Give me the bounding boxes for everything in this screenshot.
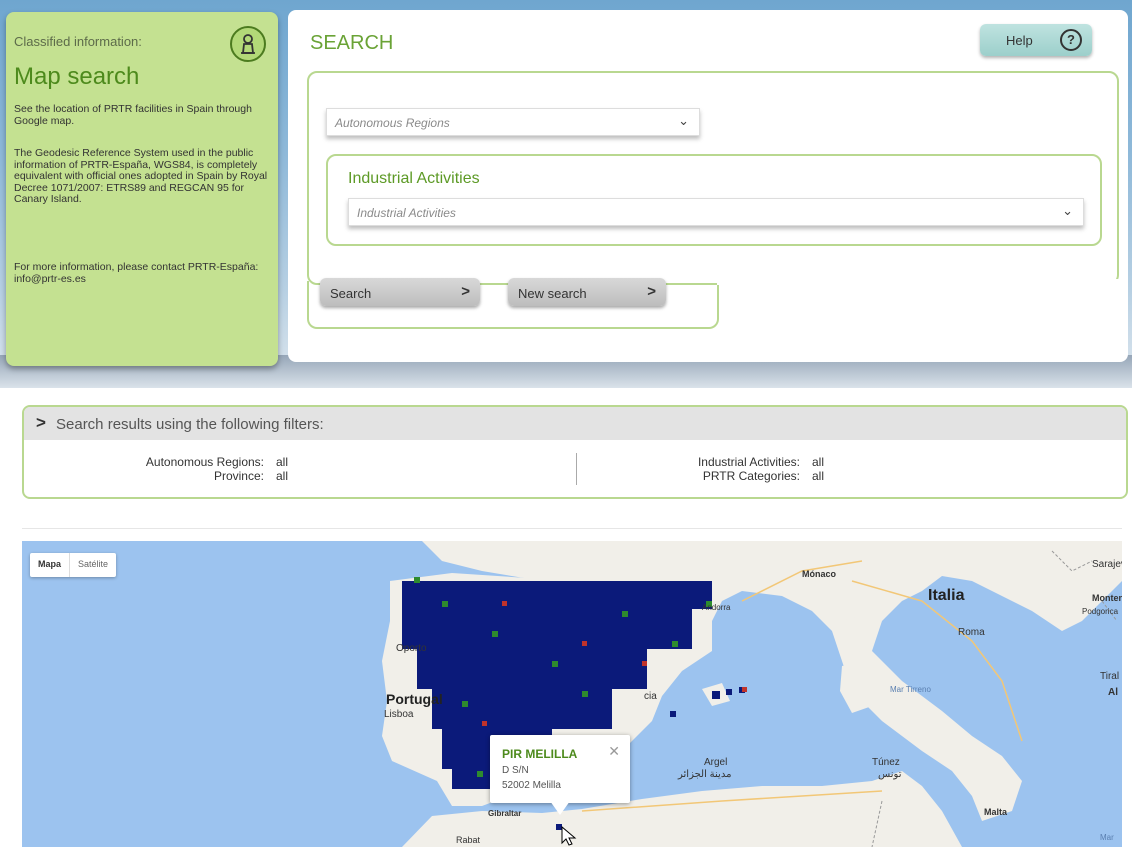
results-header-label: Search results using the following filte… <box>56 416 324 433</box>
autonomous-regions-select[interactable]: Autonomous Regions ⌄ <box>326 108 700 136</box>
search-panel: SEARCH Help ? Autonomous Regions ⌄ Indus… <box>288 10 1128 362</box>
map-label: Mar Tirreno <box>890 685 931 694</box>
new-search-button-label: New search <box>518 286 587 301</box>
industrial-activities-group: Industrial Activities Industrial Activit… <box>326 154 1102 246</box>
filter-value: all <box>276 455 289 469</box>
map-label: Mar <box>1100 833 1114 842</box>
filter-key: PRTR Categories: <box>702 469 800 483</box>
search-button[interactable]: Search > <box>320 278 480 306</box>
industrial-activities-placeholder: Industrial Activities <box>357 206 456 220</box>
map-label: Italia <box>928 587 965 604</box>
map-label: Rabat <box>456 835 481 845</box>
divider <box>22 528 1122 529</box>
help-button[interactable]: Help ? <box>980 24 1092 56</box>
results-header[interactable]: > Search results using the following fil… <box>24 407 1126 440</box>
map-label: cia <box>644 691 657 702</box>
industrial-activities-select[interactable]: Industrial Activities ⌄ <box>348 198 1084 226</box>
industrial-activities-label: Industrial Activities <box>348 170 480 187</box>
close-icon[interactable]: ✕ <box>608 743 620 760</box>
info-panel: Classified information: Map search See t… <box>6 12 278 366</box>
map-type-satellite[interactable]: Satélite <box>69 553 116 577</box>
help-icon: ? <box>1060 29 1082 51</box>
map-label: Oporto <box>396 643 427 654</box>
filter-value: all <box>812 455 825 469</box>
map-label: Malta <box>984 807 1008 817</box>
help-label: Help <box>1006 33 1033 48</box>
facility-info-window: PIR MELILLA ✕ D S/N 52002 Melilla <box>490 735 630 815</box>
facility-name: PIR MELILLA <box>502 747 578 761</box>
map-label: Portugal <box>386 691 443 707</box>
contact-note: For more information, please contact PRT… <box>14 261 259 285</box>
chevron-down-icon: ⌄ <box>1062 203 1073 218</box>
new-search-button[interactable]: New search > <box>508 278 666 306</box>
map-label: Andorra <box>702 603 731 612</box>
map-label: مدينة الجزائر <box>678 769 732 780</box>
map-label: Gibraltar <box>488 809 522 818</box>
search-results-filters: > Search results using the following fil… <box>22 405 1128 499</box>
filter-key: Province: <box>213 469 264 483</box>
map-label: Lisboa <box>384 709 414 720</box>
facility-address: D S/N <box>502 765 529 776</box>
filter-key: Autonomous Regions: <box>145 455 264 469</box>
info-description: See the location of PRTR facilities in S… <box>14 103 252 127</box>
classified-label: Classified information: <box>14 34 142 49</box>
map-label: Sarajev <box>1092 559 1122 570</box>
chevron-right-icon: > <box>36 413 46 432</box>
search-title: SEARCH <box>310 32 394 54</box>
map-label: Podgorica <box>1082 607 1119 616</box>
map-label: Túnez <box>872 757 900 768</box>
filter-value: all <box>276 469 289 483</box>
cursor-pointer-icon <box>561 825 577 846</box>
map-label: Roma <box>958 627 985 638</box>
map-label: Al <box>1108 687 1118 698</box>
facility-postal: 52002 Melilla <box>502 780 561 791</box>
chevron-down-icon: ⌄ <box>678 113 689 128</box>
map-type-map[interactable]: Mapa <box>30 553 69 577</box>
search-button-label: Search <box>330 286 372 301</box>
autonomous-regions-placeholder: Autonomous Regions <box>335 116 450 130</box>
facility-icon <box>230 26 266 62</box>
map-label: Argel <box>704 757 728 768</box>
chevron-right-icon: > <box>647 283 656 300</box>
map-type-control: Mapa Satélite <box>30 553 117 577</box>
chevron-right-icon: > <box>461 283 470 300</box>
map-label: Mónaco <box>802 569 837 579</box>
map-label: Tiral <box>1100 671 1120 682</box>
google-map[interactable]: Mapa Satélite Mónaco Italia Roma Sarajev… <box>22 541 1122 847</box>
map-label: تونس <box>878 769 902 780</box>
filter-value: all <box>812 469 825 483</box>
geodesic-note: The Geodesic Reference System used in th… <box>14 147 268 205</box>
filter-key: Industrial Activities: <box>697 455 800 469</box>
map-label: Monten <box>1092 593 1122 603</box>
page-title: Map search <box>14 63 140 90</box>
